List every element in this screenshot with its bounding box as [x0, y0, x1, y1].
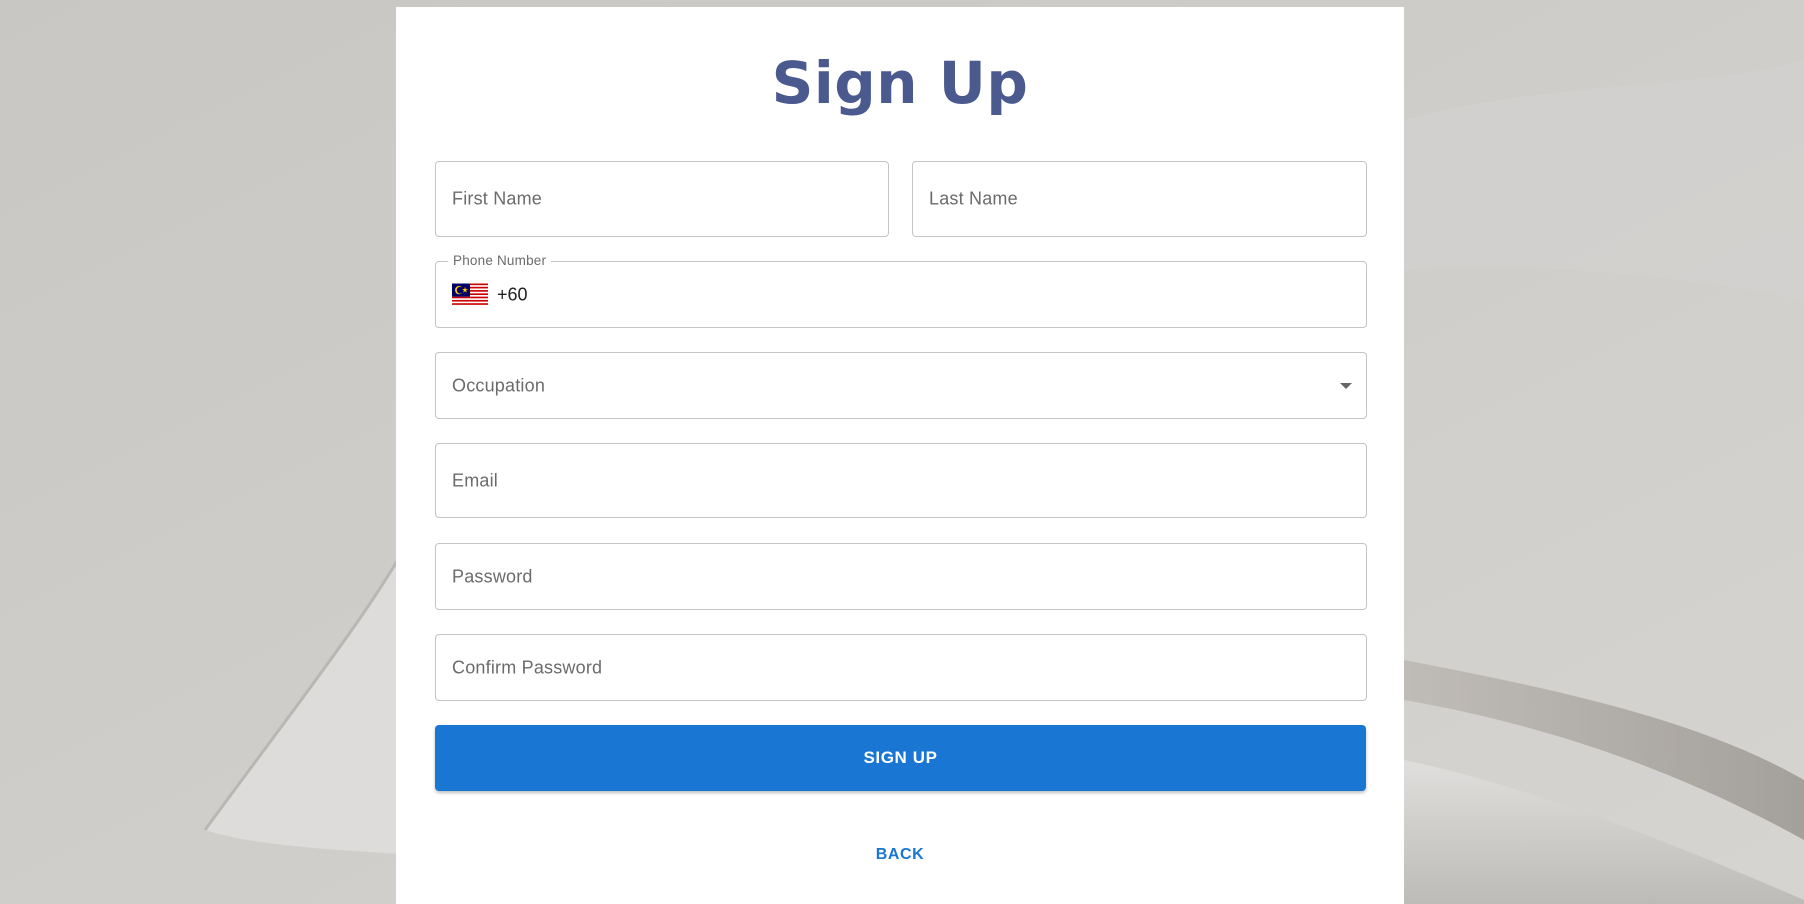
back-button[interactable]: BACK	[850, 837, 950, 873]
confirm-password-field[interactable]: Confirm Password	[435, 634, 1367, 701]
sign-up-button[interactable]: SIGN UP	[435, 725, 1366, 791]
last-name-placeholder: Last Name	[929, 188, 1018, 209]
first-name-placeholder: First Name	[452, 188, 543, 209]
occupation-select[interactable]: Occupation	[435, 352, 1367, 419]
email-field[interactable]: Email	[435, 443, 1367, 518]
phone-number-value: +60	[497, 284, 528, 304]
phone-number-field[interactable]: Phone Number +60	[435, 253, 1367, 328]
password-placeholder: Password	[452, 566, 533, 586]
signup-card: Sign Up First Name Last Name Phone Numbe…	[396, 7, 1404, 904]
occupation-placeholder: Occupation	[452, 375, 546, 395]
chevron-down-icon	[1340, 382, 1352, 389]
password-field[interactable]: Password	[435, 543, 1367, 610]
confirm-password-placeholder: Confirm Password	[452, 657, 603, 677]
last-name-field[interactable]: Last Name	[912, 161, 1367, 237]
page-title: Sign Up	[771, 49, 1029, 117]
first-name-field[interactable]: First Name	[435, 161, 889, 237]
email-placeholder: Email	[452, 470, 499, 490]
phone-number-label: Phone Number	[448, 253, 552, 268]
malaysia-flag-icon[interactable]	[452, 283, 488, 306]
